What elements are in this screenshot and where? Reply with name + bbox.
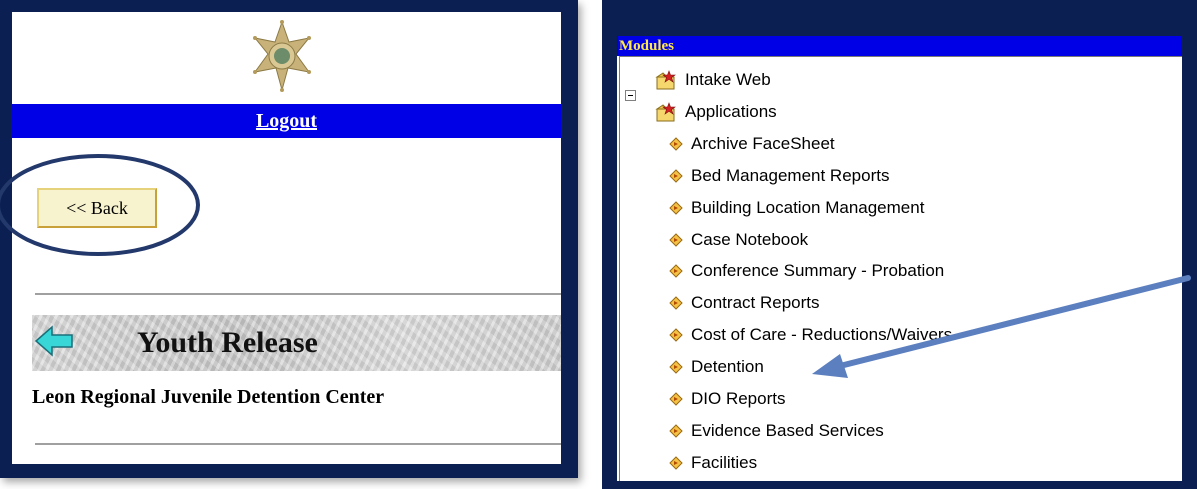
tree-item-case-notebook[interactable]: Case Notebook <box>669 225 808 255</box>
logout-bar: Logout <box>12 104 561 138</box>
tree-item-cost-of-care-reductions-waivers[interactable]: Cost of Care - Reductions/Waivers <box>669 320 952 350</box>
page-title: Youth Release <box>137 326 318 359</box>
diamond-arrow-icon <box>669 360 683 374</box>
diamond-arrow-icon <box>669 296 683 311</box>
tree-item-label: Cost of Care - Reductions/Waivers <box>691 325 953 345</box>
highlight-ellipse-annotation <box>0 154 200 256</box>
tree-item-label: Evidence Based Services <box>691 420 884 440</box>
left-screenshot-panel: Logout << Back Youth Release Leon Region… <box>0 0 578 478</box>
tree-item-label: Bed Management Reports <box>691 165 890 185</box>
sheriff-badge-logo <box>253 20 311 92</box>
diamond-arrow-icon <box>669 200 683 215</box>
tree-item-label: Case Notebook <box>691 229 809 249</box>
diamond-arrow-icon <box>669 392 683 406</box>
diamond-arrow-icon <box>669 264 683 279</box>
diamond-arrow-icon <box>669 456 683 470</box>
divider <box>35 293 561 295</box>
diamond-arrow-icon <box>669 424 683 438</box>
folder-star-icon <box>655 102 676 122</box>
modules-tree-panel: Modules Intake Web Applications Archive Fa… <box>617 36 1182 481</box>
diamond-arrow-icon <box>669 137 683 151</box>
tree-item-intake-web[interactable]: Intake Web <box>655 65 771 95</box>
tree-item-label: Contract Reports <box>691 293 820 313</box>
tree-item-building-location-management[interactable]: Building Location Management <box>669 193 924 223</box>
logout-link[interactable]: Logout <box>256 110 317 132</box>
back-arrow-icon[interactable] <box>34 325 74 357</box>
diamond-arrow-icon <box>669 328 683 342</box>
diamond-arrow-icon <box>669 232 683 247</box>
tree-item-label: Applications <box>685 101 777 121</box>
tree-item-conference-summary-probation[interactable]: Conference Summary - Probation <box>669 256 944 286</box>
tree-item-contract-reports[interactable]: Contract Reports <box>669 288 820 318</box>
youth-release-banner: Youth Release <box>32 315 561 371</box>
tree-item-applications[interactable]: Applications <box>655 97 777 127</box>
tree-item-dio-reports[interactable]: DIO Reports <box>669 384 785 414</box>
tree-item-label: Conference Summary - Probation <box>691 261 945 281</box>
facility-name: Leon Regional Juvenile Detention Center <box>32 386 385 408</box>
folder-star-icon <box>655 70 676 90</box>
tree-item-detention[interactable]: Detention <box>669 352 764 382</box>
tree-item-label: Archive FaceSheet <box>691 133 835 153</box>
tree-item-label: Detention <box>691 357 764 377</box>
collapse-toggle-icon[interactable] <box>625 90 636 101</box>
tree-item-label: Intake Web <box>685 70 771 89</box>
divider <box>35 443 561 445</box>
tree-item-label: Building Location Management <box>691 197 925 217</box>
right-screenshot-panel: Modules Intake Web Applications Archive Fa… <box>602 0 1197 489</box>
diamond-arrow-icon <box>669 168 683 183</box>
modules-header: Modules <box>617 36 1182 56</box>
tree-item-archive-facesheet[interactable]: Archive FaceSheet <box>669 129 835 159</box>
tree-item-label: Facilities <box>691 452 758 472</box>
modules-label: Modules <box>619 38 675 54</box>
tree-item-facilities[interactable]: Facilities <box>669 448 757 478</box>
tree-item-label: DIO Reports <box>691 389 786 408</box>
tree-item-evidence-based-services[interactable]: Evidence Based Services <box>669 416 884 446</box>
tree-item-bed-management-reports[interactable]: Bed Management Reports <box>669 161 889 191</box>
